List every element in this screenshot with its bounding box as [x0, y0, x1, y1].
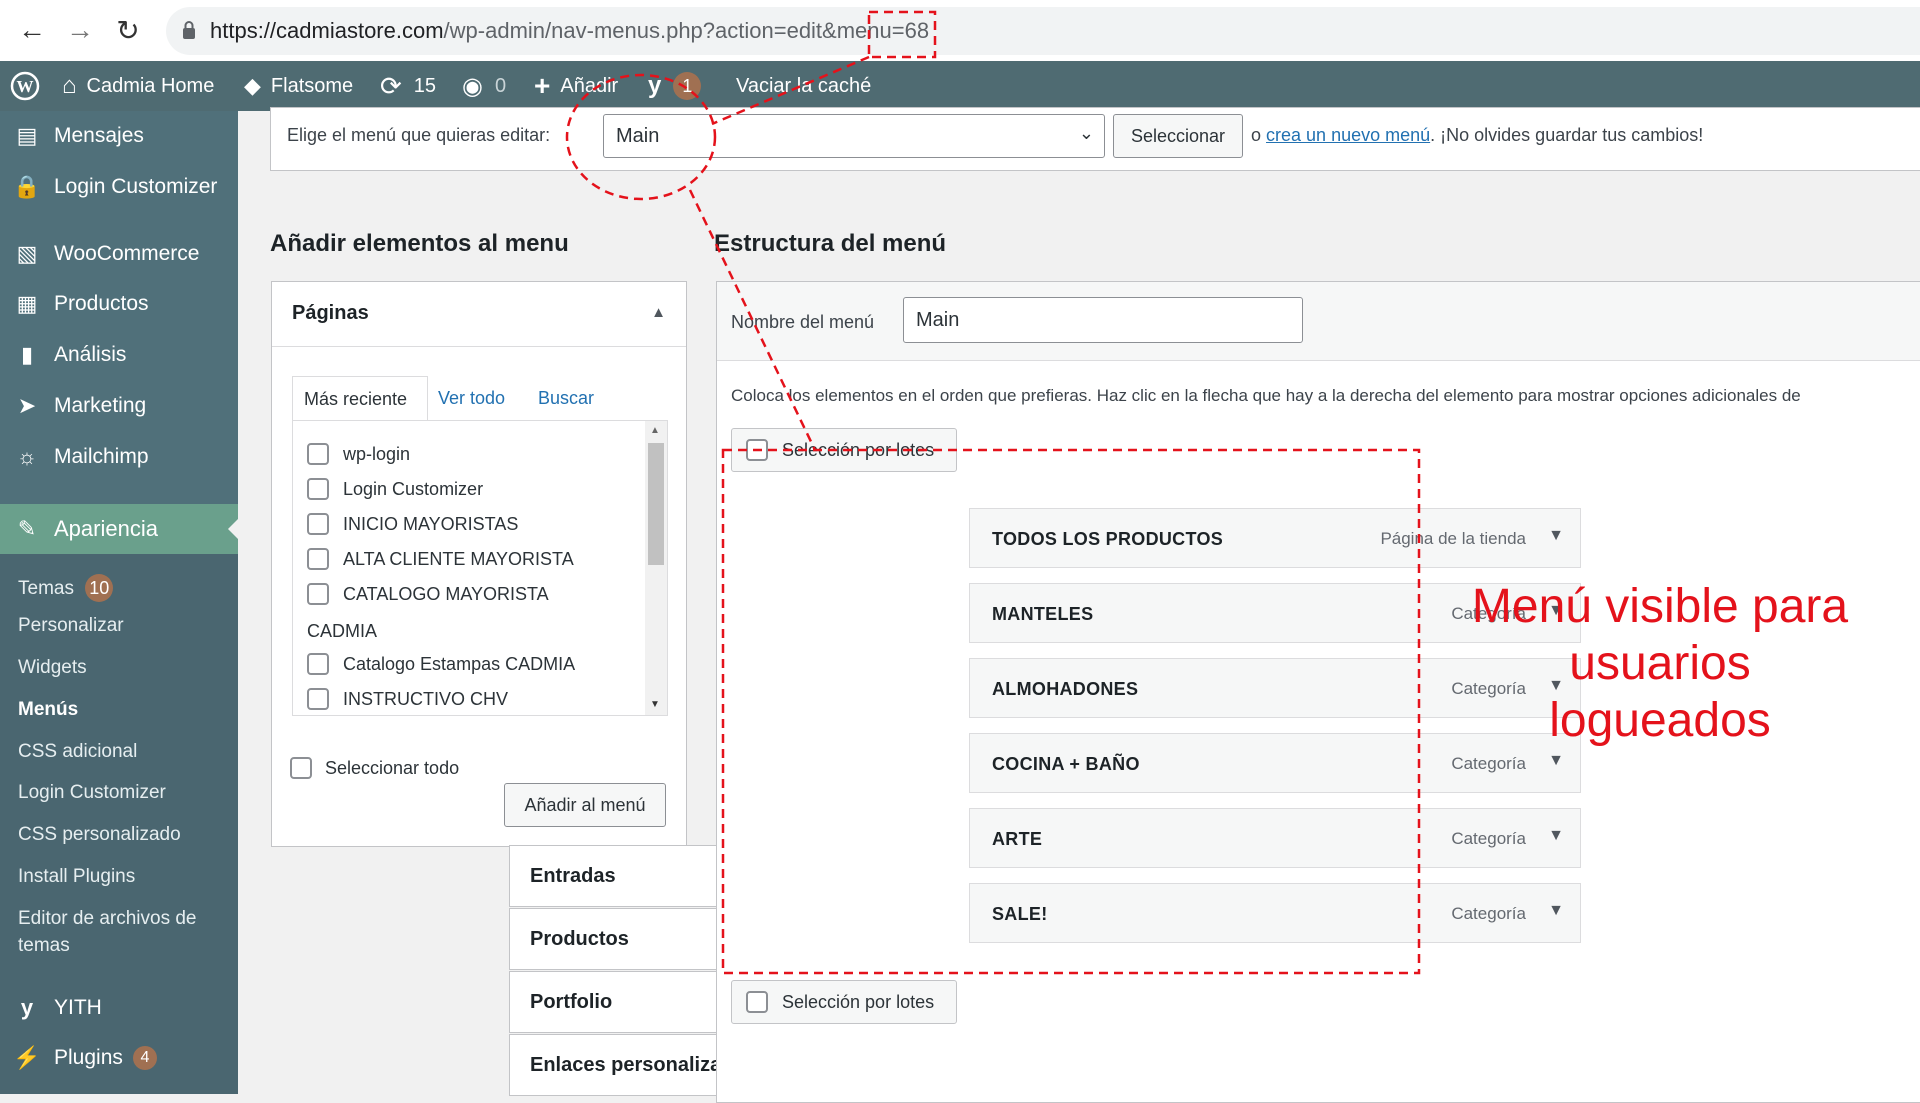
- annotation-connector: [688, 189, 817, 451]
- annotation-line: logueados: [1549, 694, 1771, 747]
- annotation-text: Menú visible para usuarios logueados: [1420, 578, 1900, 749]
- annotation-overlay: [565, 10, 1421, 975]
- url-highlight-box: [867, 10, 937, 59]
- annotation-line: Menú visible para: [1471, 580, 1849, 633]
- annotation-line: usuarios: [1569, 637, 1751, 690]
- select-highlight-ellipse: [565, 73, 717, 201]
- annotation-connector: [711, 55, 870, 126]
- menu-items-highlight-box: [721, 448, 1421, 975]
